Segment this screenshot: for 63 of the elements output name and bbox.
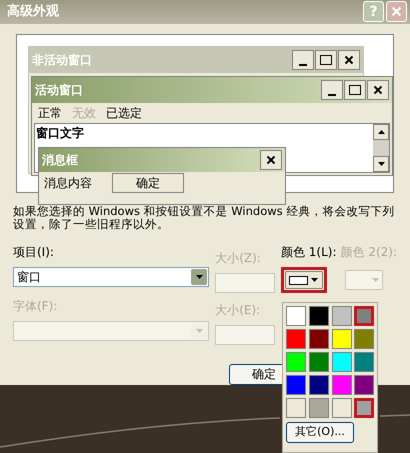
- minimize-button[interactable]: [321, 80, 343, 100]
- dropdown-button[interactable]: [191, 269, 208, 285]
- item-value: 窗口: [17, 269, 41, 286]
- color-swatch-option[interactable]: [354, 375, 374, 395]
- close-icon: [266, 154, 276, 165]
- color-swatch-option[interactable]: [354, 352, 374, 372]
- menu-item[interactable]: 已选定: [106, 104, 142, 122]
- close-icon: [391, 6, 402, 18]
- color-swatch-option[interactable]: [354, 398, 374, 418]
- maximize-button[interactable]: [315, 50, 337, 70]
- minimize-button[interactable]: [292, 50, 314, 70]
- window-title: 消息框: [42, 152, 78, 169]
- close-button[interactable]: [367, 80, 389, 100]
- message-text: 消息内容: [44, 174, 92, 192]
- window-title: 非活动窗口: [32, 52, 92, 69]
- color-swatch-option[interactable]: [286, 352, 306, 372]
- color-swatch-option[interactable]: [332, 398, 352, 418]
- color-1-label: 颜色 1(L):: [280, 244, 336, 261]
- close-button[interactable]: [260, 150, 282, 170]
- caret-icon: [378, 162, 384, 166]
- caret-icon: [196, 275, 203, 279]
- color-1-button[interactable]: [284, 271, 323, 289]
- up-arrow-icon: [378, 130, 384, 134]
- color-swatch-option[interactable]: [308, 398, 329, 418]
- window-text: 窗口文字: [35, 124, 85, 142]
- item-dropdown[interactable]: 窗口: [13, 267, 210, 287]
- size-label: 大小(Z):: [215, 250, 262, 267]
- caret-icon: [372, 278, 379, 282]
- minimize-icon: [299, 64, 307, 66]
- note-text: 如果您选择的 Windows 和按钮设置不是 Windows 经典，将会改写下列设置，除了一些旧程序以外。: [13, 205, 396, 231]
- maximize-button[interactable]: [344, 80, 366, 100]
- color-swatch-option[interactable]: [332, 329, 352, 349]
- color-swatch-option[interactable]: [354, 329, 374, 349]
- desktop-curve: [380, 414, 410, 417]
- color-swatch-option[interactable]: [308, 306, 329, 326]
- font-label: 字体(F):: [13, 298, 58, 315]
- maximize-icon: [349, 84, 361, 95]
- window-title: 高级外观: [7, 2, 59, 22]
- color-swatch-option[interactable]: [332, 352, 352, 372]
- maximize-icon: [320, 54, 332, 65]
- color-swatch-option[interactable]: [332, 375, 352, 395]
- caret-icon: [311, 278, 318, 282]
- color-swatch-option[interactable]: [286, 398, 306, 418]
- color-swatch-option[interactable]: [308, 329, 329, 349]
- color-swatch-option[interactable]: [308, 352, 329, 372]
- minimize-icon: [328, 94, 336, 96]
- color-swatch-option[interactable]: [286, 329, 306, 349]
- ok-button[interactable]: 确定: [112, 172, 184, 193]
- color-swatch-option[interactable]: [332, 306, 352, 326]
- close-icon: [373, 84, 383, 95]
- close-button[interactable]: [338, 50, 360, 70]
- item-label: 项目(I):: [13, 244, 55, 261]
- color-swatch-option[interactable]: [354, 306, 374, 326]
- font-size-label: 大小(E):: [215, 302, 262, 319]
- menu-item[interactable]: 正常: [38, 104, 62, 122]
- color-swatch-option[interactable]: [286, 306, 306, 326]
- color-2-label: 颜色 2(2):: [340, 244, 397, 261]
- caret-icon: [196, 329, 203, 333]
- other-colors-button[interactable]: 其它(O)...: [286, 422, 354, 443]
- color-swatch-option[interactable]: [308, 375, 329, 395]
- close-icon: [344, 54, 354, 65]
- color-swatch-option[interactable]: [286, 375, 306, 395]
- window-title: 活动窗口: [35, 82, 83, 99]
